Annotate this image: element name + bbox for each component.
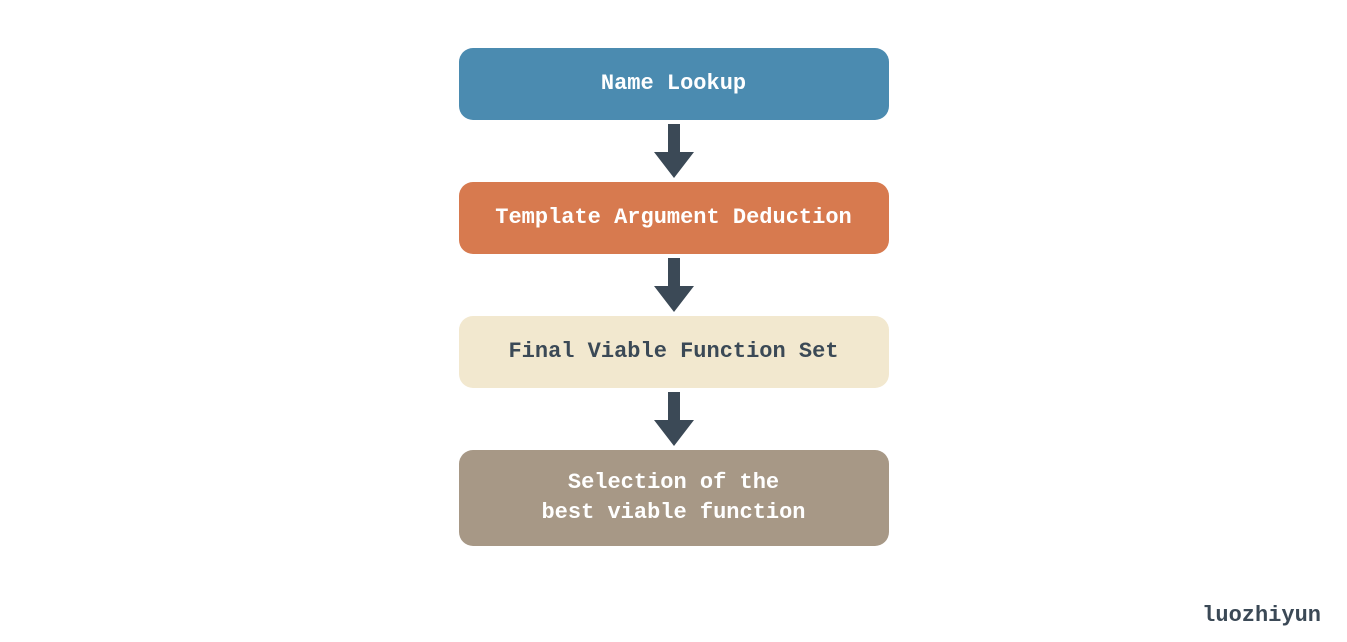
watermark-text: luozhiyun: [1202, 603, 1321, 628]
arrow-down-icon: [654, 256, 694, 314]
step-box-name-lookup: Name Lookup: [459, 48, 889, 120]
arrow-down-icon: [654, 122, 694, 180]
step-label: Selection of thebest viable function: [541, 468, 805, 527]
arrow-down-icon: [654, 390, 694, 448]
step-label: Template Argument Deduction: [495, 203, 851, 233]
step-box-template-argument-deduction: Template Argument Deduction: [459, 182, 889, 254]
step-box-selection-best-viable-function: Selection of thebest viable function: [459, 450, 889, 546]
step-label: Final Viable Function Set: [508, 337, 838, 367]
step-label: Name Lookup: [601, 69, 746, 99]
step-box-final-viable-function-set: Final Viable Function Set: [459, 316, 889, 388]
